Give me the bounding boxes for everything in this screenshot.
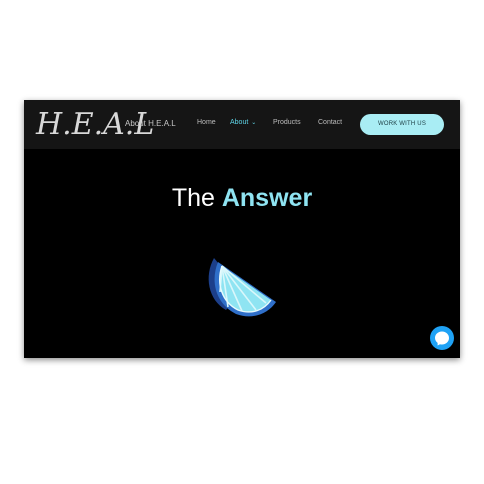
nav-item-products[interactable]: Products bbox=[273, 119, 301, 126]
nav-item-label: About bbox=[230, 119, 249, 126]
nav-item-label: Products bbox=[273, 119, 301, 126]
messenger-icon bbox=[435, 331, 449, 346]
chevron-down-icon: ⌄ bbox=[251, 120, 257, 126]
site-header: H.E.A.L About H.E.A.L Home About ⌄ Produc… bbox=[24, 100, 460, 149]
headline-accent: Answer bbox=[221, 184, 313, 212]
nav-item-about[interactable]: About ⌄ bbox=[230, 119, 256, 126]
nav-item-label: Home bbox=[197, 119, 216, 126]
nav-item-home[interactable]: Home bbox=[197, 119, 216, 126]
lime-slice-icon bbox=[208, 258, 276, 317]
about-brand-link[interactable]: About H.E.A.L bbox=[125, 119, 176, 128]
nav-item-label: Contact bbox=[318, 119, 343, 126]
messenger-chat-button[interactable] bbox=[430, 326, 454, 350]
nav-item-contact[interactable]: Contact bbox=[318, 119, 342, 126]
website-frame: H.E.A.L About H.E.A.L Home About ⌄ Produc… bbox=[24, 100, 460, 358]
hero-headline: The Answer bbox=[24, 184, 460, 213]
work-with-us-button[interactable]: WORK WITH US bbox=[360, 114, 444, 135]
headline-prefix: The bbox=[171, 184, 215, 212]
